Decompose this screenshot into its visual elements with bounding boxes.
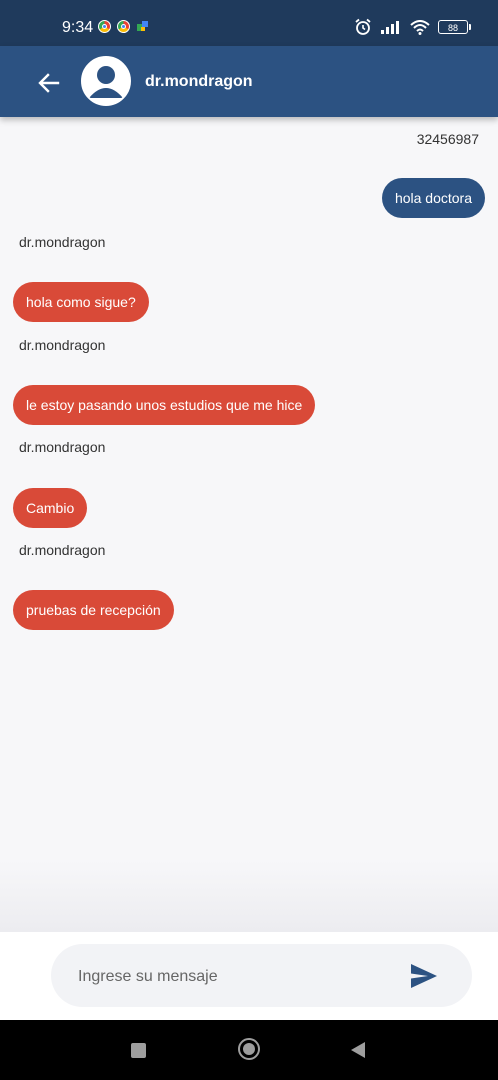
battery-icon: 88 — [438, 20, 471, 34]
app-bar: dr.mondragon — [0, 46, 498, 117]
chrome-icon — [98, 20, 111, 33]
chat-bottom-fade — [0, 860, 498, 932]
message-bubble-incoming[interactable]: le estoy pasando unos estudios que me hi… — [13, 385, 316, 425]
message-input[interactable] — [76, 944, 400, 1009]
chat-messages[interactable]: 32456987 hola doctora dr.mondragon hola … — [0, 117, 498, 930]
avatar[interactable] — [81, 56, 131, 106]
message-composer — [0, 932, 498, 1020]
message-bubble-incoming[interactable]: hola como sigue? — [13, 282, 149, 322]
app-notification-icon — [137, 21, 148, 31]
alarm-icon — [355, 18, 371, 35]
back-button[interactable] — [34, 68, 64, 98]
status-time: 9:34 — [62, 19, 94, 36]
nav-recents-icon[interactable] — [131, 1043, 146, 1058]
nav-home-icon[interactable] — [238, 1038, 260, 1060]
nav-back-icon[interactable] — [350, 1041, 366, 1059]
message-sender: dr.mondragon — [19, 542, 106, 558]
message-input-container[interactable] — [51, 944, 472, 1009]
notification-icons — [98, 20, 149, 33]
message-bubble-outgoing[interactable]: hola doctora — [381, 178, 485, 218]
status-bar: 9:34 88 — [0, 0, 498, 46]
back-arrow-icon — [38, 73, 60, 93]
send-icon[interactable] — [409, 962, 439, 990]
chrome-icon — [117, 20, 130, 33]
avatar-icon — [83, 58, 129, 104]
message-sender: dr.mondragon — [19, 234, 106, 250]
signal-icon — [381, 21, 399, 34]
system-icons: 88 — [354, 18, 471, 36]
contact-name: dr.mondragon — [145, 73, 253, 90]
message-sender: dr.mondragon — [19, 439, 106, 455]
system-nav-bar — [0, 1020, 498, 1080]
message-bubble-incoming[interactable]: Cambio — [13, 488, 88, 528]
message-bubble-incoming[interactable]: pruebas de recepción — [13, 590, 174, 630]
message-sender: dr.mondragon — [19, 337, 106, 353]
wifi-icon — [410, 19, 430, 35]
phone-number: 32456987 — [416, 131, 479, 147]
